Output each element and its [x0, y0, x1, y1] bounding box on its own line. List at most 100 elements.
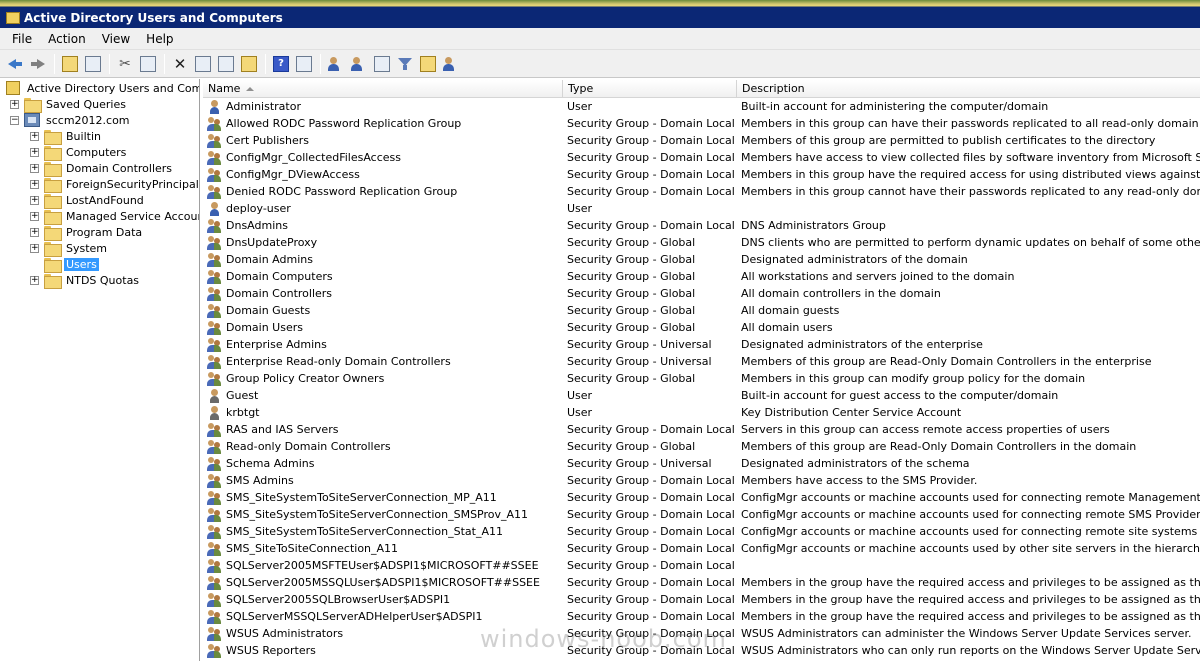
cell-description: Members of this group are permitted to p… — [741, 134, 1156, 147]
add-to-group-button[interactable] — [417, 53, 439, 75]
row-name: krbtgt — [226, 406, 260, 419]
table-row[interactable]: ConfigMgr_CollectedFilesAccess Security G… — [203, 149, 1200, 166]
table-row[interactable]: krbtgt User Key Distribution Center Servic… — [203, 404, 1200, 421]
forward-button[interactable] — [27, 53, 49, 75]
table-row[interactable]: Domain Computers Security Group - Global A… — [203, 268, 1200, 285]
expand-icon[interactable]: + — [30, 195, 39, 205]
cell-type: Security Group - Universal — [567, 338, 712, 351]
new-ou-button[interactable] — [371, 53, 393, 75]
show-hide-tree-button[interactable] — [82, 53, 104, 75]
tree-item-label: Domain Controllers — [66, 161, 173, 175]
tree-item-computers[interactable]: + Computers — [30, 144, 128, 161]
column-header-description[interactable]: Description — [737, 80, 1200, 98]
table-row[interactable]: Domain Admins Security Group - Global Desi… — [203, 251, 1200, 268]
tree-root[interactable]: Active Directory Users and Computers — [6, 80, 199, 96]
menu-action[interactable]: Action — [40, 30, 94, 48]
tree-item-system[interactable]: + System — [30, 240, 109, 257]
properties-button[interactable] — [192, 53, 214, 75]
copy-button[interactable] — [137, 53, 159, 75]
up-level-button[interactable] — [59, 53, 81, 75]
user-icon — [207, 99, 223, 115]
table-row[interactable]: Domain Controllers Security Group - Globa… — [203, 285, 1200, 302]
new-group-button[interactable] — [348, 53, 370, 75]
table-row[interactable]: SMS_SiteToSiteConnection_A11 Security Gro… — [203, 540, 1200, 557]
expand-icon[interactable]: + — [30, 243, 39, 253]
table-row[interactable]: Domain Guests Security Group - Global All … — [203, 302, 1200, 319]
filter-button[interactable] — [394, 53, 416, 75]
table-row[interactable]: SMS_SiteSystemToSiteServerConnection_SMS… — [203, 506, 1200, 523]
cell-description: Members have access to the SMS Provider. — [741, 474, 978, 487]
menu-bar: File Action View Help — [0, 28, 1200, 50]
table-row[interactable]: SQLServer2005MSFTEUser$ADSPI1$MICROSOFT#… — [203, 557, 1200, 574]
menu-help[interactable]: Help — [138, 30, 181, 48]
refresh-button[interactable] — [215, 53, 237, 75]
expand-icon[interactable]: + — [30, 163, 39, 173]
sort-ascending-icon — [246, 87, 255, 91]
cell-description: All domain controllers in the domain — [741, 287, 941, 300]
export-list-icon — [241, 55, 257, 72]
tree-item-domain-controllers[interactable]: + Domain Controllers — [30, 160, 174, 177]
cell-type: Security Group - Universal — [567, 457, 712, 470]
menu-file[interactable]: File — [4, 30, 40, 48]
expand-icon[interactable]: + — [30, 179, 39, 189]
expand-icon[interactable]: + — [30, 227, 39, 237]
tree-item-label: NTDS Quotas — [66, 273, 140, 287]
delete-button[interactable]: ✕ — [169, 53, 191, 75]
expand-icon[interactable]: + — [10, 99, 19, 109]
tree-item-saved-queries[interactable]: + Saved Queries — [10, 96, 128, 113]
expand-icon[interactable]: + — [30, 275, 39, 285]
table-row[interactable]: Group Policy Creator Owners Security Grou… — [203, 370, 1200, 387]
table-row[interactable]: ConfigMgr_DViewAccess Security Group - Do… — [203, 166, 1200, 183]
column-header-type[interactable]: Type — [563, 80, 737, 98]
table-row[interactable]: Domain Users Security Group - Global All d… — [203, 319, 1200, 336]
cell-type: Security Group - Global — [567, 253, 696, 266]
tree-item-ntds-quotas[interactable]: + NTDS Quotas — [30, 272, 141, 289]
table-row[interactable]: SMS Admins Security Group - Domain Local M… — [203, 472, 1200, 489]
tree-item-program-data[interactable]: + Program Data — [30, 224, 144, 241]
tree-item-lost-and-found[interactable]: + LostAndFound — [30, 192, 146, 209]
table-row[interactable]: Schema Admins Security Group - Universal D… — [203, 455, 1200, 472]
expand-icon[interactable]: + — [30, 211, 39, 221]
menu-view[interactable]: View — [94, 30, 138, 48]
cell-description: ConfigMgr accounts or machine accounts u… — [741, 508, 1200, 521]
table-row[interactable]: Allowed RODC Password Replication Group S… — [203, 115, 1200, 132]
show-action-pane-button[interactable] — [293, 53, 315, 75]
user-icon — [207, 201, 223, 217]
table-row[interactable]: DnsUpdateProxy Security Group - Global DNS… — [203, 234, 1200, 251]
expand-icon[interactable]: + — [30, 147, 39, 157]
table-row[interactable]: Guest User Built-in account for guest acce… — [203, 387, 1200, 404]
folder-icon — [24, 97, 42, 113]
table-row[interactable]: Administrator User Built-in account for ad… — [203, 98, 1200, 115]
table-row[interactable]: DnsAdmins Security Group - Domain Local DN… — [203, 217, 1200, 234]
new-user-button[interactable] — [325, 53, 347, 75]
tree-item-domain[interactable]: − sccm2012.com — [10, 112, 132, 128]
table-row[interactable]: Read-only Domain Controllers Security Gro… — [203, 438, 1200, 455]
column-header-name[interactable]: Name — [203, 80, 563, 98]
table-row[interactable]: Enterprise Read-only Domain Controllers S… — [203, 353, 1200, 370]
table-row[interactable]: deploy-user User — [203, 200, 1200, 217]
table-row[interactable]: RAS and IAS Servers Security Group - Doma… — [203, 421, 1200, 438]
delegate-control-button[interactable] — [440, 53, 462, 75]
tree-item-managed-service-accounts[interactable]: + Managed Service Accounts — [30, 208, 199, 225]
table-row[interactable]: SMS_SiteSystemToSiteServerConnection_MP_… — [203, 489, 1200, 506]
cut-button[interactable]: ✂ — [114, 53, 136, 75]
title-bar: Active Directory Users and Computers — [0, 0, 1200, 28]
tree-item-users[interactable]: Users — [44, 256, 99, 273]
table-row[interactable]: Denied RODC Password Replication Group Se… — [203, 183, 1200, 200]
table-row[interactable]: SQLServer2005MSSQLUser$ADSPI1$MICROSOFT#… — [203, 574, 1200, 591]
help-button[interactable]: ? — [270, 53, 292, 75]
tree-item-foreign-security-principals[interactable]: + ForeignSecurityPrincipals — [30, 176, 199, 193]
table-row[interactable]: SQLServerMSSQLServerADHelperUser$ADSPI1 S… — [203, 608, 1200, 625]
table-row[interactable]: SMS_SiteSystemToSiteServerConnection_Sta… — [203, 523, 1200, 540]
export-list-button[interactable] — [238, 53, 260, 75]
cell-name: SMS_SiteSystemToSiteServerConnection_Sta… — [207, 523, 563, 540]
expand-icon[interactable]: + — [30, 131, 39, 141]
collapse-icon[interactable]: − — [10, 115, 19, 125]
tree-item-builtin[interactable]: + Builtin — [30, 128, 103, 145]
cell-type: Security Group - Global — [567, 270, 696, 283]
folder-icon — [44, 241, 62, 257]
table-row[interactable]: Cert Publishers Security Group - Domain L… — [203, 132, 1200, 149]
table-row[interactable]: SQLServer2005SQLBrowserUser$ADSPI1 Securi… — [203, 591, 1200, 608]
back-button[interactable] — [4, 53, 26, 75]
table-row[interactable]: Enterprise Admins Security Group - Univer… — [203, 336, 1200, 353]
